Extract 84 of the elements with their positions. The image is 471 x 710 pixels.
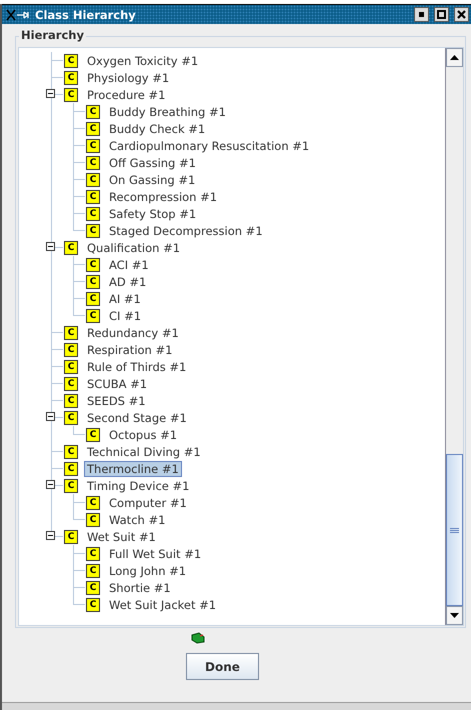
scroll-down-icon[interactable] bbox=[446, 606, 463, 625]
tree-item[interactable]: Watch #1 bbox=[106, 512, 168, 528]
group-title: Hierarchy bbox=[19, 28, 86, 42]
class-icon: C bbox=[64, 410, 78, 424]
class-icon: C bbox=[64, 54, 78, 68]
class-icon: C bbox=[86, 512, 100, 526]
class-icon: C bbox=[86, 546, 100, 560]
tree-item[interactable]: Qualification #1 bbox=[84, 240, 184, 256]
maximize-button[interactable] bbox=[434, 7, 449, 22]
class-icon: C bbox=[86, 156, 100, 170]
class-icon: C bbox=[86, 206, 100, 220]
collapse-icon[interactable] bbox=[46, 89, 55, 98]
class-icon: C bbox=[86, 496, 100, 510]
class-icon: C bbox=[86, 292, 100, 306]
tree-item[interactable]: Octopus #1 bbox=[106, 426, 180, 442]
collapse-icon[interactable] bbox=[46, 412, 55, 421]
tree-item[interactable]: AI #1 bbox=[106, 290, 144, 306]
class-icon: C bbox=[86, 428, 100, 442]
tree-item[interactable]: Oxygen Toxicity #1 bbox=[84, 52, 202, 68]
tree-item[interactable]: Thermocline #1 bbox=[84, 460, 182, 476]
tree-item[interactable]: Procedure #1 bbox=[84, 86, 168, 102]
status-icon bbox=[190, 632, 204, 644]
tree-item[interactable]: ACI #1 bbox=[106, 256, 152, 272]
class-icon: C bbox=[64, 530, 78, 544]
class-icon: C bbox=[86, 104, 100, 118]
tree-item[interactable]: Second Stage #1 bbox=[84, 410, 190, 426]
tree-item[interactable]: Wet Suit #1 bbox=[84, 528, 159, 544]
class-icon: C bbox=[86, 190, 100, 204]
class-icon: C bbox=[86, 224, 100, 238]
class-icon: C bbox=[86, 598, 100, 612]
tree-item[interactable]: SEEDS #1 bbox=[84, 392, 149, 408]
tree-item[interactable]: Computer #1 bbox=[106, 494, 190, 510]
class-icon: C bbox=[86, 122, 100, 136]
class-icon: C bbox=[64, 70, 78, 84]
class-icon: C bbox=[64, 462, 78, 476]
class-icon: C bbox=[86, 258, 100, 272]
tree-item[interactable]: Recompression #1 bbox=[106, 188, 220, 204]
tree-item[interactable]: Off Gassing #1 bbox=[106, 154, 199, 170]
window-menu-icon[interactable] bbox=[6, 8, 30, 20]
class-icon: C bbox=[86, 274, 100, 288]
class-icon: C bbox=[64, 360, 78, 374]
tree-item[interactable]: Full Wet Suit #1 bbox=[106, 546, 204, 562]
tree-item[interactable]: On Gassing #1 bbox=[106, 172, 198, 188]
tree-item[interactable]: Buddy Check #1 bbox=[106, 120, 208, 136]
collapse-icon[interactable] bbox=[46, 480, 55, 489]
class-icon: C bbox=[86, 308, 100, 322]
class-icon: C bbox=[64, 478, 78, 492]
tree-item[interactable]: Timing Device #1 bbox=[84, 478, 192, 494]
minimize-button[interactable] bbox=[414, 7, 429, 22]
class-icon: C bbox=[64, 88, 78, 102]
minimize-icon bbox=[419, 12, 424, 17]
class-icon: C bbox=[86, 172, 100, 186]
tree-item[interactable]: Redundancy #1 bbox=[84, 324, 182, 340]
tree-item[interactable]: SCUBA #1 bbox=[84, 376, 150, 392]
tree-item[interactable]: Shortie #1 bbox=[106, 580, 174, 596]
class-icon: C bbox=[64, 326, 78, 340]
close-button[interactable] bbox=[454, 7, 469, 22]
tree-item[interactable]: Cardiopulmonary Resuscitation #1 bbox=[106, 138, 312, 154]
class-icon: C bbox=[64, 376, 78, 390]
class-icon: C bbox=[86, 564, 100, 578]
tree-item[interactable]: Technical Diving #1 bbox=[84, 444, 204, 460]
collapse-icon[interactable] bbox=[46, 242, 55, 251]
class-icon: C bbox=[64, 444, 78, 458]
window-title: Class Hierarchy bbox=[35, 8, 137, 22]
class-icon: C bbox=[64, 394, 78, 408]
tree-item[interactable]: Buddy Breathing #1 bbox=[106, 104, 229, 120]
tree-item[interactable]: Physiology #1 bbox=[84, 70, 172, 86]
collapse-icon[interactable] bbox=[46, 531, 55, 540]
class-icon: C bbox=[64, 342, 78, 356]
class-icon: C bbox=[86, 138, 100, 152]
tree-item[interactable]: Safety Stop #1 bbox=[106, 206, 200, 222]
scroll-up-icon[interactable] bbox=[446, 48, 463, 67]
tree-item[interactable]: Rule of Thirds #1 bbox=[84, 358, 190, 374]
class-icon: C bbox=[64, 240, 78, 254]
tree-item[interactable]: CI #1 bbox=[106, 308, 144, 324]
tree-item[interactable]: AD #1 bbox=[106, 274, 150, 290]
class-icon: C bbox=[86, 580, 100, 594]
scroll-thumb[interactable] bbox=[446, 454, 463, 606]
tree-item[interactable]: Long John #1 bbox=[106, 562, 190, 578]
done-button[interactable]: Done bbox=[186, 653, 259, 680]
tree-item[interactable]: Wet Suit Jacket #1 bbox=[106, 596, 220, 612]
tree-item[interactable]: Staged Decompression #1 bbox=[106, 222, 266, 238]
scroll-bar[interactable] bbox=[445, 48, 463, 625]
tree-item[interactable]: Respiration #1 bbox=[84, 342, 176, 358]
